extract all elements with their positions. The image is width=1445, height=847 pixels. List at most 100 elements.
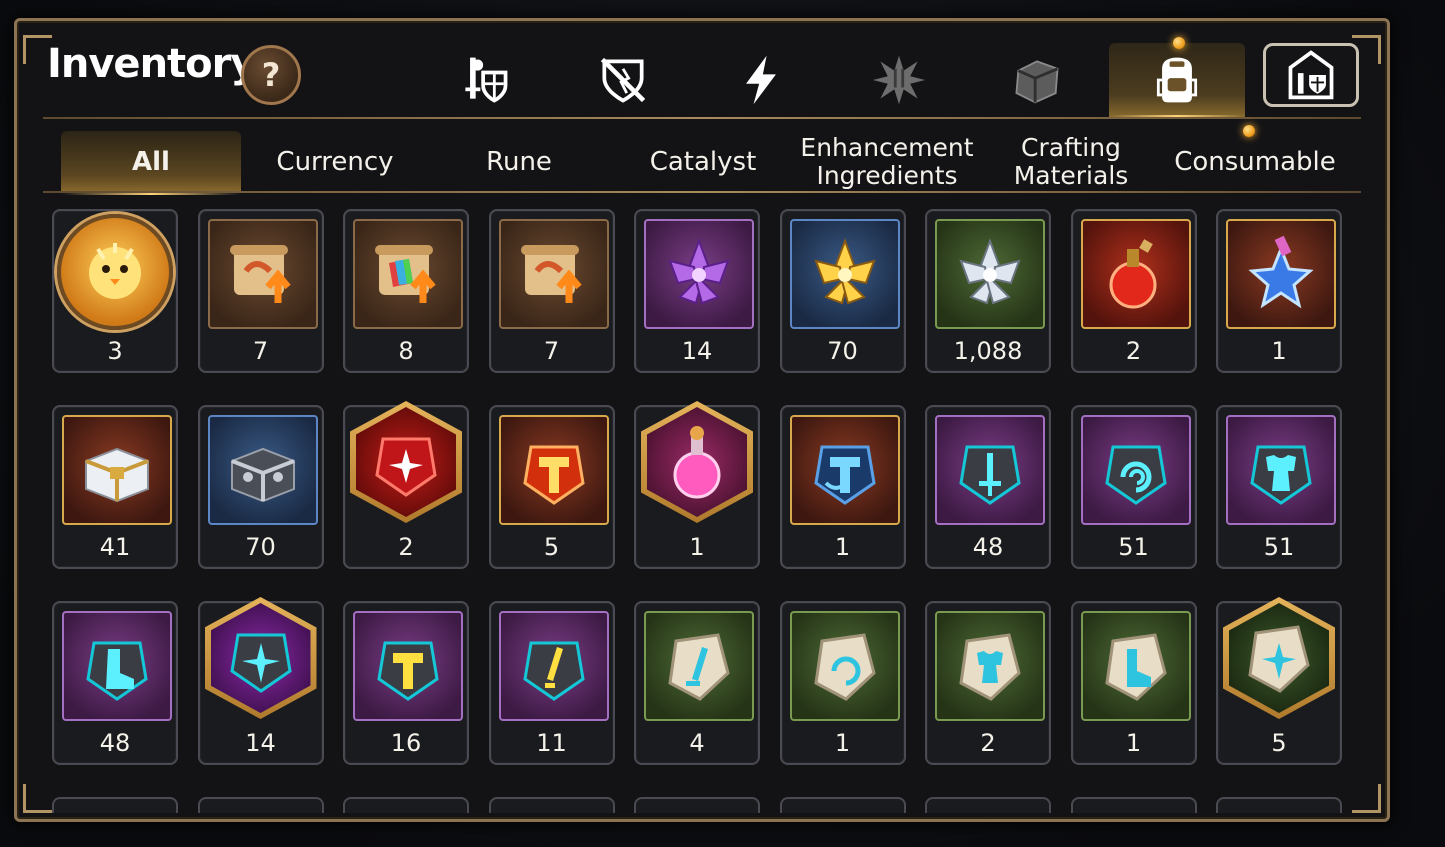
hex-inner <box>356 407 456 517</box>
sword-rune-icon <box>959 445 1021 505</box>
tab-consumable-label: Consumable <box>1174 147 1336 177</box>
item-art <box>207 415 318 525</box>
inventory-slot[interactable]: 2 <box>925 601 1051 765</box>
item-art <box>353 219 463 329</box>
tab-heroes[interactable] <box>425 43 545 117</box>
spiral-stone-icon <box>813 633 876 701</box>
inventory-slot[interactable]: 1 <box>779 405 906 569</box>
star-potion-icon <box>1248 235 1314 309</box>
spiral-rune-icon <box>1104 445 1167 505</box>
corner-ornament <box>1352 784 1381 813</box>
tab-all[interactable]: All <box>61 131 241 195</box>
castle-icon <box>1288 50 1334 100</box>
inventory-slot[interactable]: 14 <box>197 597 324 765</box>
star-rune-icon <box>229 633 292 693</box>
item-art <box>498 219 609 329</box>
tab-crafting-materials[interactable]: Crafting Materials <box>981 131 1161 193</box>
inventory-slot[interactable]: 2 <box>1070 209 1197 373</box>
inventory-slot[interactable]: 7 <box>488 209 615 373</box>
inventory-slot[interactable]: 5 <box>1216 597 1342 765</box>
header-divider <box>43 117 1361 119</box>
hammer-stone-icon <box>522 445 585 505</box>
inventory-slot[interactable]: 8 <box>343 209 469 373</box>
inventory-slot-partial[interactable] <box>197 797 324 813</box>
inventory-slot[interactable]: 1 <box>1070 601 1197 765</box>
item-count: 2 <box>1125 337 1142 365</box>
inventory-slot[interactable]: 2 <box>343 401 469 569</box>
tab-catalyst[interactable]: Catalyst <box>613 131 793 193</box>
inventory-slot-partial[interactable] <box>488 797 615 813</box>
inventory-slot[interactable]: 70 <box>197 405 324 569</box>
inventory-slot[interactable]: 1 <box>634 401 760 569</box>
item-art <box>1080 219 1191 329</box>
item-count: 5 <box>543 533 560 561</box>
inventory-slot[interactable]: 14 <box>634 209 760 373</box>
scroll-upgrade-icon <box>520 245 582 303</box>
inventory-slot[interactable]: 51 <box>1070 405 1197 569</box>
item-count: 1 <box>1125 729 1142 757</box>
inventory-slot[interactable]: 5 <box>488 405 615 569</box>
inventory-slot[interactable]: 48 <box>52 601 178 765</box>
inventory-slot[interactable]: 41 <box>52 405 178 569</box>
star-stone-icon <box>1248 625 1310 693</box>
inventory-slot-partial[interactable] <box>1216 797 1342 813</box>
item-art <box>57 214 173 330</box>
tab-currency[interactable]: Currency <box>245 131 425 193</box>
armor-rune-icon <box>1250 445 1312 505</box>
tab-consumable[interactable]: Consumable <box>1165 131 1345 193</box>
item-count: 1,088 <box>953 337 1023 365</box>
inventory-slot[interactable]: 11 <box>488 601 615 765</box>
help-button[interactable]: ? <box>241 45 301 105</box>
tab-castle[interactable] <box>1263 43 1359 107</box>
item-count: 7 <box>252 337 269 365</box>
inventory-slot-partial[interactable] <box>1070 797 1197 813</box>
tab-skills[interactable] <box>701 43 821 117</box>
inventory-slot[interactable]: 4 <box>634 601 760 765</box>
burst-icon <box>872 55 926 105</box>
hex-frame <box>204 597 317 719</box>
scroll-upgrade-icon <box>229 245 291 303</box>
item-art <box>644 219 754 329</box>
tab-effects[interactable] <box>839 43 959 117</box>
tab-crafting-label: Crafting Materials <box>1013 133 1129 190</box>
lightning-icon <box>746 55 776 105</box>
item-art <box>498 611 609 721</box>
tab-rune-label: Rune <box>486 147 552 177</box>
tab-rune[interactable]: Rune <box>429 131 609 193</box>
hex-inner <box>210 603 311 713</box>
inventory-slot[interactable]: 48 <box>925 405 1051 569</box>
item-count: 1 <box>834 729 851 757</box>
inventory-slot[interactable]: 1 <box>779 601 906 765</box>
iron-chest-icon <box>230 447 295 503</box>
inventory-slot[interactable]: 70 <box>779 209 906 373</box>
tab-enhancement-label: Enhancement Ingredients <box>800 133 974 190</box>
inventory-slot-partial[interactable] <box>343 797 469 813</box>
item-count: 51 <box>1263 533 1295 561</box>
inventory-slot[interactable]: 3 <box>52 209 178 373</box>
notification-dot <box>1173 37 1185 49</box>
item-art <box>62 611 172 721</box>
corner-ornament <box>23 784 52 813</box>
inventory-slot-partial[interactable] <box>52 797 178 813</box>
inventory-slot[interactable]: 16 <box>343 601 469 765</box>
sword-stone-icon <box>668 633 730 701</box>
tab-bag[interactable] <box>1109 43 1245 119</box>
inventory-slot[interactable]: 51 <box>1216 405 1342 569</box>
item-count: 3 <box>107 337 123 365</box>
item-count: 4 <box>689 729 705 757</box>
inventory-slot[interactable]: 1 <box>1216 209 1342 373</box>
item-art <box>935 219 1045 329</box>
inventory-slot[interactable]: 7 <box>197 209 324 373</box>
inventory-slot-partial[interactable] <box>634 797 760 813</box>
inventory-slot-partial[interactable] <box>779 797 906 813</box>
inventory-slot[interactable]: 1,088 <box>925 209 1051 373</box>
tab-equipment[interactable] <box>563 43 683 117</box>
tab-enhancement-ingredients[interactable]: Enhancement Ingredients <box>797 131 977 193</box>
tab-boxes[interactable] <box>977 43 1097 117</box>
inventory-slot-partial[interactable] <box>925 797 1051 813</box>
item-count: 2 <box>398 533 414 561</box>
item-count: 8 <box>398 337 414 365</box>
item-art <box>789 611 900 721</box>
item-count: 7 <box>543 337 560 365</box>
hex-frame <box>1223 597 1335 719</box>
